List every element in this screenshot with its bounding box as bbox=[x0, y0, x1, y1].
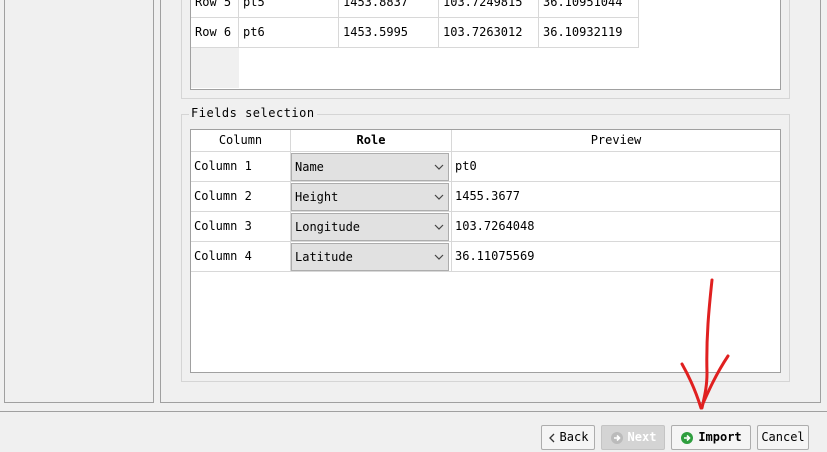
role-select-value: Height bbox=[295, 190, 339, 204]
table-row: Row 5 pt5 1453.8837 103.7249815 36.10951… bbox=[191, 0, 639, 18]
column-header-role[interactable]: Role bbox=[291, 130, 452, 152]
column-header-column[interactable]: Column bbox=[191, 130, 291, 152]
role-select[interactable]: Name bbox=[291, 153, 449, 181]
role-select[interactable]: Longitude bbox=[291, 213, 449, 241]
preview-cell: 103.7264048 bbox=[452, 212, 780, 242]
chevron-down-icon bbox=[434, 224, 444, 230]
role-select-value: Longitude bbox=[295, 220, 361, 234]
role-cell: Latitude bbox=[291, 242, 452, 272]
role-select[interactable]: Height bbox=[291, 183, 449, 211]
cancel-button-label: Cancel bbox=[761, 430, 805, 444]
back-button-label: Back bbox=[559, 430, 589, 444]
column-header-preview[interactable]: Preview bbox=[452, 130, 780, 152]
preview-cell: pt0 bbox=[452, 152, 780, 182]
table-row: Row 6 pt6 1453.5995 103.7263012 36.10932… bbox=[191, 18, 639, 48]
preview-cell: 1455.3677 bbox=[452, 182, 780, 212]
fields-selection-legend: Fields selection bbox=[189, 105, 317, 121]
role-select[interactable]: Latitude bbox=[291, 243, 449, 271]
table-cell: 1453.5995 bbox=[339, 18, 439, 48]
table-cell: pt6 bbox=[239, 18, 339, 48]
next-button[interactable]: Next bbox=[601, 425, 665, 450]
table-row: Column 2 Height 1455.3677 bbox=[191, 182, 780, 212]
data-preview-table[interactable]: Row 5 pt5 1453.8837 103.7249815 36.10951… bbox=[190, 0, 781, 90]
arrow-right-circle-icon bbox=[610, 431, 623, 444]
row-header: Row 5 bbox=[191, 0, 239, 18]
chevron-down-icon bbox=[434, 254, 444, 260]
back-button[interactable]: Back bbox=[541, 425, 595, 450]
role-select-value: Name bbox=[295, 160, 324, 174]
table-cell: pt5 bbox=[239, 0, 339, 18]
chevron-down-icon bbox=[434, 194, 444, 200]
arrow-right-circle-icon bbox=[681, 431, 694, 444]
table-cell: 36.10932119 bbox=[539, 18, 639, 48]
import-button[interactable]: Import bbox=[671, 425, 751, 450]
left-panel bbox=[4, 0, 154, 403]
chevron-left-icon bbox=[548, 433, 555, 442]
role-cell: Name bbox=[291, 152, 452, 182]
role-select-value: Latitude bbox=[295, 250, 353, 264]
table-row: Column 4 Latitude 36.11075569 bbox=[191, 242, 780, 272]
table-row: Column 1 Name pt0 bbox=[191, 152, 780, 182]
import-button-label: Import bbox=[698, 430, 742, 444]
preview-cell: 36.11075569 bbox=[452, 242, 780, 272]
table-row: Column 3 Longitude 103.7264048 bbox=[191, 212, 780, 242]
column-name-cell: Column 4 bbox=[191, 242, 291, 272]
annotation-arrow-icon bbox=[680, 278, 730, 410]
role-cell: Height bbox=[291, 182, 452, 212]
column-name-cell: Column 3 bbox=[191, 212, 291, 242]
column-name-cell: Column 2 bbox=[191, 182, 291, 212]
table-cell: 103.7263012 bbox=[439, 18, 539, 48]
column-name-cell: Column 1 bbox=[191, 152, 291, 182]
next-button-label: Next bbox=[627, 430, 657, 444]
table-cell: 103.7249815 bbox=[439, 0, 539, 18]
chevron-down-icon bbox=[434, 164, 444, 170]
table-cell: 36.10951044 bbox=[539, 0, 639, 18]
row-header: Row 6 bbox=[191, 18, 239, 48]
role-cell: Longitude bbox=[291, 212, 452, 242]
cancel-button[interactable]: Cancel bbox=[757, 425, 809, 450]
table-cell: 1453.8837 bbox=[339, 0, 439, 18]
